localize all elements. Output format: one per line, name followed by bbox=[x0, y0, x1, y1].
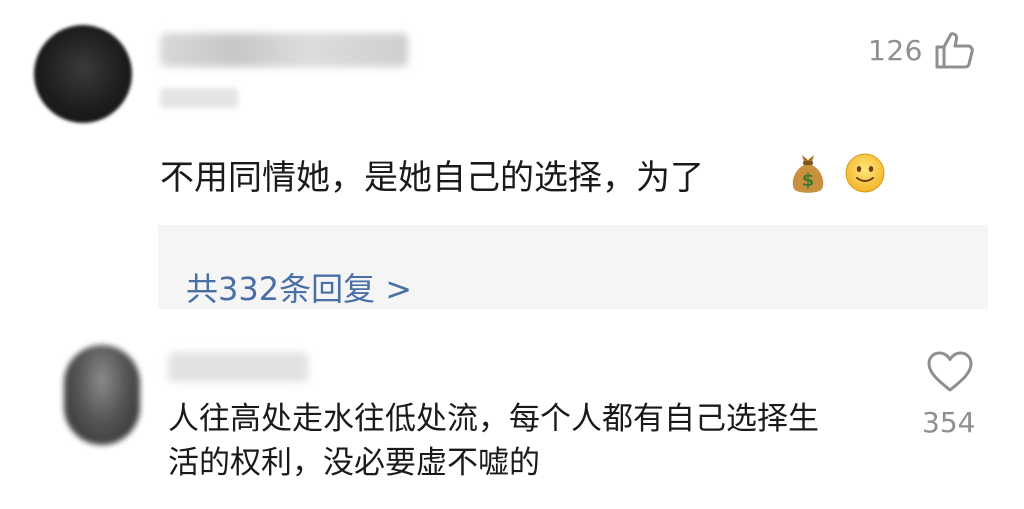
comment-meta-blurred bbox=[160, 88, 238, 108]
like-count: 126 bbox=[868, 34, 923, 67]
money-bag-emoji: $ bbox=[792, 155, 824, 193]
avatar[interactable] bbox=[34, 25, 132, 123]
comment-text: 不用同情她，是她自己的选择，为了 bbox=[160, 158, 704, 198]
username-blurred[interactable] bbox=[160, 33, 408, 67]
svg-text:$: $ bbox=[802, 170, 815, 191]
avatar[interactable] bbox=[64, 345, 140, 445]
thumbs-up-icon[interactable] bbox=[933, 30, 975, 70]
comment-list: 126 不用同情她，是她自己的选择，为了 $ 共332条回复 > 人往高处走水往… bbox=[0, 0, 1024, 509]
smiling-face-emoji bbox=[845, 153, 885, 193]
like-count: 354 bbox=[922, 406, 976, 439]
comment-text-line: 活的权利，没必要虚不嘘的 bbox=[168, 445, 540, 481]
username-blurred[interactable] bbox=[168, 352, 308, 382]
comment-text: 人往高处走水往低处流，每个人都有自己选择生 活的权利，没必要虚不嘘的 bbox=[168, 397, 868, 485]
heart-icon[interactable] bbox=[926, 350, 974, 394]
view-replies-link[interactable]: 共332条回复 > bbox=[186, 264, 412, 310]
comment-text-line: 人往高处走水往低处流，每个人都有自己选择生 bbox=[168, 401, 819, 437]
